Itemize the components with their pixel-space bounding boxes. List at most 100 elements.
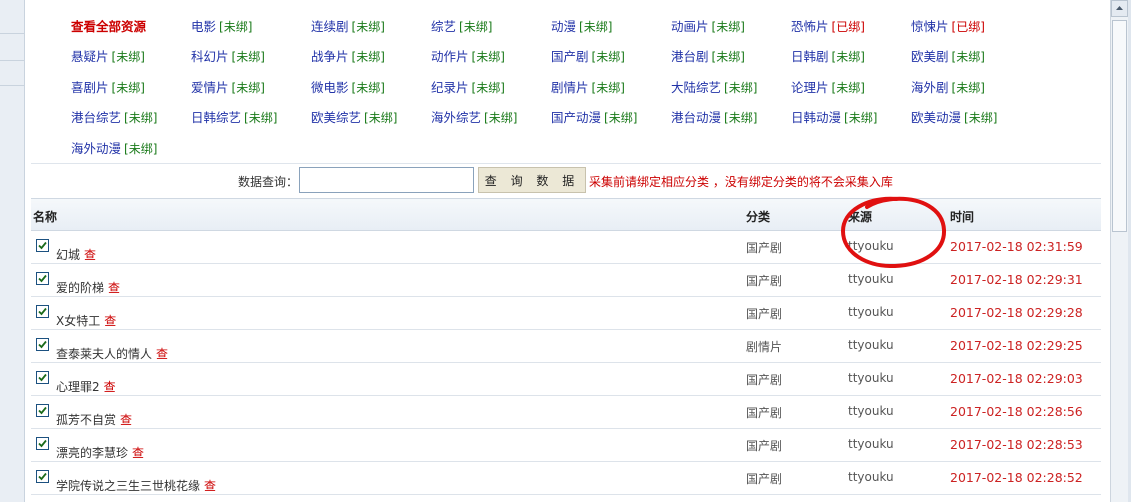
unbound-tag[interactable]: [未绑] (724, 81, 757, 95)
category-link[interactable]: 日韩动漫 (791, 110, 841, 125)
row-view-link[interactable]: 查 (204, 479, 216, 493)
unbound-tag[interactable]: [未绑] (592, 50, 625, 64)
row-category: 国产剧 (746, 439, 783, 453)
unbound-tag[interactable]: [未绑] (352, 50, 385, 64)
row-view-link[interactable]: 查 (84, 248, 96, 262)
category-link[interactable]: 欧美动漫 (911, 110, 961, 125)
row-view-link[interactable]: 查 (132, 446, 144, 460)
unbound-tag[interactable]: [未绑] (232, 81, 265, 95)
unbound-tag[interactable]: [未绑] (832, 50, 865, 64)
category-link[interactable]: 国产动漫 (551, 110, 601, 125)
category-grid: 查看全部资源 电影 [未绑] 连续剧 [未绑] 综艺 [未绑] 动漫 [未绑] 动画片 [未绑] 恐怖… (31, 10, 1101, 163)
category-link[interactable]: 战争片 (311, 49, 349, 64)
header-time[interactable]: 时间 (950, 208, 974, 225)
scroll-up-button[interactable] (1111, 0, 1128, 17)
bound-tag[interactable]: [已绑] (952, 20, 985, 34)
unbound-tag[interactable]: [未绑] (579, 20, 612, 34)
row-checkbox[interactable] (36, 371, 49, 384)
search-label: 数据查询： (238, 175, 299, 189)
row-category: 国产剧 (746, 241, 783, 255)
unbound-tag[interactable]: [未绑] (472, 81, 505, 95)
category-link[interactable]: 日韩综艺 (191, 110, 241, 125)
category-link[interactable]: 爱情片 (191, 80, 229, 95)
row-view-link[interactable]: 查 (108, 281, 120, 295)
row-view-link[interactable]: 查 (120, 413, 132, 427)
category-link[interactable]: 悬疑片 (71, 49, 109, 64)
row-checkbox[interactable] (36, 470, 49, 483)
category-link[interactable]: 动画片 (671, 19, 709, 34)
row-checkbox[interactable] (36, 404, 49, 417)
search-input[interactable] (299, 167, 474, 193)
unbound-tag[interactable]: [未绑] (124, 111, 157, 125)
category-link[interactable]: 日韩剧 (791, 49, 829, 64)
category-link[interactable]: 综艺 (431, 19, 456, 34)
unbound-tag[interactable]: [未绑] (604, 111, 637, 125)
row-checkbox[interactable] (36, 338, 49, 351)
unbound-tag[interactable]: [未绑] (724, 111, 757, 125)
row-checkbox[interactable] (36, 239, 49, 252)
unbound-tag[interactable]: [未绑] (952, 81, 985, 95)
unbound-tag[interactable]: [未绑] (112, 50, 145, 64)
category-link[interactable]: 科幻片 (191, 49, 229, 64)
row-checkbox[interactable] (36, 272, 49, 285)
row-checkbox[interactable] (36, 437, 49, 450)
category-link[interactable]: 港台剧 (671, 49, 709, 64)
category-link[interactable]: 动作片 (431, 49, 469, 64)
unbound-tag[interactable]: [未绑] (472, 50, 505, 64)
unbound-tag[interactable]: [未绑] (364, 111, 397, 125)
bound-tag[interactable]: [已绑] (832, 20, 865, 34)
view-all-link[interactable]: 查看全部资源 (71, 19, 146, 34)
category-link[interactable]: 微电影 (311, 80, 349, 95)
row-time: 2017-02-18 02:31:59 (950, 239, 1083, 254)
unbound-tag[interactable]: [未绑] (112, 81, 145, 95)
category-link[interactable]: 惊悚片 (911, 19, 949, 34)
category-link[interactable]: 纪录片 (431, 80, 469, 95)
category-link[interactable]: 欧美综艺 (311, 110, 361, 125)
category-link[interactable]: 海外动漫 (71, 141, 121, 156)
unbound-tag[interactable]: [未绑] (952, 50, 985, 64)
unbound-tag[interactable]: [未绑] (459, 20, 492, 34)
row-title: 查泰莱夫人的情人查 (56, 345, 168, 362)
header-category[interactable]: 分类 (746, 208, 770, 225)
row-title: 漂亮的李慧珍查 (56, 444, 144, 461)
category-link[interactable]: 海外综艺 (431, 110, 481, 125)
unbound-tag[interactable]: [未绑] (352, 20, 385, 34)
unbound-tag[interactable]: [未绑] (712, 20, 745, 34)
header-source[interactable]: 来源 (848, 208, 872, 225)
category-item: 悬疑片 [未绑] (71, 46, 191, 65)
category-link[interactable]: 动漫 (551, 19, 576, 34)
row-view-link[interactable]: 查 (104, 314, 116, 328)
category-link[interactable]: 欧美剧 (911, 49, 949, 64)
scroll-thumb[interactable] (1112, 20, 1127, 232)
category-link[interactable]: 恐怖片 (791, 19, 829, 34)
unbound-tag[interactable]: [未绑] (712, 50, 745, 64)
row-checkbox[interactable] (36, 305, 49, 318)
unbound-tag[interactable]: [未绑] (484, 111, 517, 125)
unbound-tag[interactable]: [未绑] (844, 111, 877, 125)
row-view-link[interactable]: 查 (104, 380, 116, 394)
category-link[interactable]: 港台动漫 (671, 110, 721, 125)
row-source: ttyouku (848, 371, 894, 385)
unbound-tag[interactable]: [未绑] (232, 50, 265, 64)
category-link[interactable]: 大陆综艺 (671, 80, 721, 95)
unbound-tag[interactable]: [未绑] (964, 111, 997, 125)
category-link[interactable]: 港台综艺 (71, 110, 121, 125)
unbound-tag[interactable]: [未绑] (592, 81, 625, 95)
unbound-tag[interactable]: [未绑] (832, 81, 865, 95)
unbound-tag[interactable]: [未绑] (219, 20, 252, 34)
unbound-tag[interactable]: [未绑] (244, 111, 277, 125)
category-link[interactable]: 国产剧 (551, 49, 589, 64)
category-link[interactable]: 海外剧 (911, 80, 949, 95)
unbound-tag[interactable]: [未绑] (352, 81, 385, 95)
row-view-link[interactable]: 查 (156, 347, 168, 361)
search-button[interactable]: 查 询 数 据 (478, 167, 586, 193)
category-link[interactable]: 电影 (191, 19, 216, 34)
category-link[interactable]: 论理片 (791, 80, 829, 95)
unbound-tag[interactable]: [未绑] (124, 142, 157, 156)
header-name[interactable]: 名称 (33, 208, 57, 225)
category-link[interactable]: 剧情片 (551, 80, 589, 95)
check-icon (38, 406, 47, 415)
vertical-scrollbar[interactable] (1110, 0, 1128, 502)
category-link[interactable]: 连续剧 (311, 19, 349, 34)
category-link[interactable]: 喜剧片 (71, 80, 109, 95)
